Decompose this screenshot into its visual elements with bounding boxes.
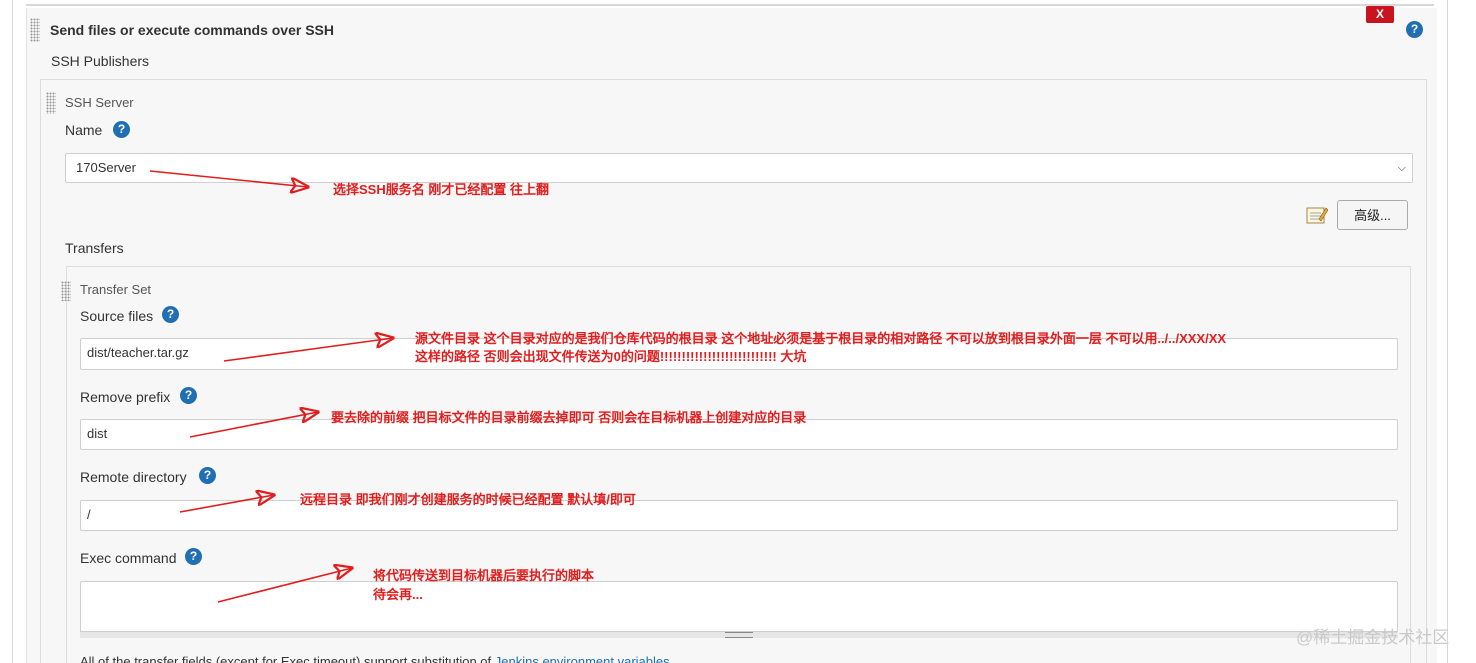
arrow-exec [217, 568, 352, 603]
annotation-remote: 远程目录 即我们刚才创建服务的时候已经配置 默认填/即可 [300, 492, 636, 507]
arrow-remote [179, 495, 274, 513]
annotation-source-line2: 这样的路径 否则会出现文件传送为0的问题!!!!!!!!!!!!!!!!!!!!… [415, 349, 807, 364]
annotation-prefix: 要去除的前缀 把目标文件的目录前缀去掉即可 否则会在目标机器上创建对应的目录 [331, 410, 807, 425]
arrow-source [223, 338, 393, 362]
watermark: @稀土掘金技术社区 [1296, 628, 1450, 647]
annotation-source-line1: 源文件目录 这个目录对应的是我们仓库代码的根目录 这个地址必须是基于根目录的相对… [415, 331, 1227, 346]
annotation-name: 选择SSH服务名 刚才已经配置 往上翻 [333, 182, 549, 197]
arrow-prefix [189, 412, 318, 438]
arrow-name [149, 170, 308, 187]
annotation-exec-line1: 将代码传送到目标机器后要执行的脚本 [373, 568, 595, 583]
annotation-exec-line2: 待会再... [373, 587, 423, 602]
